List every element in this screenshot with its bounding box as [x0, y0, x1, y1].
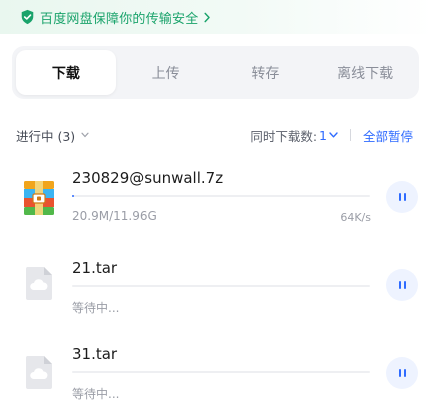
waiting-status: 等待中...: [72, 387, 120, 401]
cloud-file-icon: [25, 267, 52, 300]
download-item: 21.tar 等待中...: [0, 245, 433, 325]
pause-icon: [398, 369, 401, 377]
pause-icon: [398, 193, 401, 201]
security-banner-text: 百度网盘保障你的传输安全: [40, 11, 199, 27]
shield-check-icon: [21, 9, 34, 25]
download-toolbar: 进行中 (3) 同时下载数: 1 全部暂停: [16, 124, 413, 146]
tab-transfer-save[interactable]: 转存: [216, 50, 316, 95]
progress-bar: [72, 285, 370, 287]
file-name[interactable]: 21.tar: [72, 259, 117, 277]
concurrent-downloads-value: 1: [319, 127, 327, 143]
concurrent-downloads-select[interactable]: 1: [317, 128, 338, 143]
waiting-status: 等待中...: [72, 301, 120, 315]
download-speed: 64K/s: [340, 211, 371, 224]
tab-upload[interactable]: 上传: [116, 50, 216, 95]
chevron-right-icon: [204, 12, 211, 22]
pause-icon: [398, 281, 401, 289]
progress-bar: [72, 195, 370, 197]
tab-offline-download[interactable]: 离线下载: [315, 50, 415, 95]
progress-bar: [72, 371, 370, 373]
pause-button[interactable]: [386, 357, 418, 389]
download-item: 230829@sunwall.7z 20.9M/11.96G 64K/s: [0, 160, 433, 240]
pause-button[interactable]: [386, 269, 418, 301]
chevron-down-icon: [81, 132, 89, 138]
pause-icon-bar: [403, 193, 406, 201]
cloud-file-icon: [25, 356, 52, 389]
pause-all-button[interactable]: 全部暂停: [363, 126, 413, 145]
pause-icon-bar: [403, 281, 406, 289]
chevron-down-icon: [329, 132, 338, 138]
security-banner[interactable]: 百度网盘保障你的传输安全: [0, 0, 433, 34]
pause-icon-bar: [403, 369, 406, 377]
pause-button[interactable]: [386, 181, 418, 213]
status-filter-dropdown[interactable]: 进行中 (3): [16, 126, 89, 145]
file-name[interactable]: 230829@sunwall.7z: [72, 169, 223, 187]
status-filter-label: 进行中 (3): [16, 128, 76, 144]
archive-icon: [24, 181, 54, 215]
concurrent-downloads-label: 同时下载数:: [250, 128, 318, 144]
progress-text: 20.9M/11.96G: [72, 209, 157, 223]
download-item: 31.tar 等待中...: [0, 330, 433, 410]
tab-download[interactable]: 下载: [16, 50, 116, 95]
progress-fill: [72, 195, 74, 197]
file-name[interactable]: 31.tar: [72, 345, 117, 363]
toolbar-divider: [349, 129, 351, 141]
transfer-tabs: 下载 上传 转存 离线下载: [12, 46, 419, 99]
